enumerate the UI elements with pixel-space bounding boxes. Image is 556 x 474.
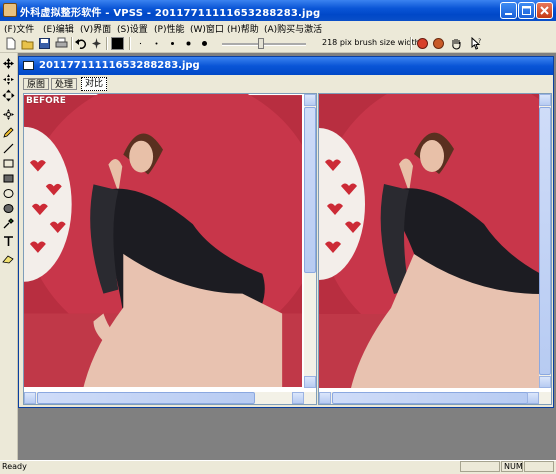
eraser-icon[interactable] xyxy=(2,252,15,265)
scroll-left-button[interactable] xyxy=(319,392,331,404)
move-arrows-icon[interactable] xyxy=(2,57,15,70)
tab-original[interactable]: 原图 xyxy=(23,78,50,90)
help-pointer-icon[interactable]: ? xyxy=(470,37,483,50)
menu-bar: (F)文件 (E)编辑 (V)界面 (S)设置 (P)性能 (W)窗口 (H)帮… xyxy=(0,21,556,35)
scroll-down-button[interactable] xyxy=(304,376,316,388)
eyedropper-icon[interactable] xyxy=(2,217,15,230)
new-file-icon[interactable] xyxy=(4,37,17,50)
scroll-up-button[interactable] xyxy=(539,94,551,106)
document-icon xyxy=(23,61,34,70)
after-pane xyxy=(318,93,552,405)
menu-edit[interactable]: (E)编辑 xyxy=(43,22,74,35)
scroll-right-button[interactable] xyxy=(292,392,304,404)
minimize-button[interactable] xyxy=(500,2,517,19)
before-vertical-scrollbar[interactable] xyxy=(304,94,316,388)
shrink-arrows-icon[interactable] xyxy=(2,73,15,86)
after-vertical-scrollbar[interactable] xyxy=(539,94,551,388)
scroll-down-button[interactable] xyxy=(539,376,551,388)
filled-ellipse-tool-icon[interactable] xyxy=(2,202,15,215)
status-cell-caps xyxy=(460,461,500,472)
pencil-icon[interactable] xyxy=(2,126,15,139)
view-tabs: 原图 处理 对比 xyxy=(19,76,553,92)
scroll-right-button[interactable] xyxy=(527,392,539,404)
maximize-button[interactable] xyxy=(518,2,535,19)
close-icon xyxy=(540,6,549,15)
save-icon[interactable] xyxy=(38,37,51,50)
status-num: NUM xyxy=(501,461,523,472)
ellipse-tool-icon[interactable] xyxy=(2,187,15,200)
after-horizontal-scrollbar[interactable] xyxy=(319,392,551,404)
menu-window[interactable]: (W)窗口 xyxy=(190,22,224,35)
hand-pan-icon[interactable] xyxy=(450,37,463,50)
brush-size-label: 218 pix brush size width xyxy=(322,38,420,47)
before-horizontal-scrollbar[interactable] xyxy=(24,392,316,404)
menu-buy[interactable]: (A)购买与激活 xyxy=(264,22,322,35)
brush-size-xlarge-icon[interactable] xyxy=(198,37,211,50)
document-titlebar[interactable]: 20117711111653288283.jpg xyxy=(19,57,553,75)
close-button[interactable] xyxy=(536,2,553,19)
print-icon[interactable] xyxy=(55,37,68,50)
tab-process[interactable]: 处理 xyxy=(51,78,78,90)
left-toolbar xyxy=(0,53,18,460)
expand-arrows-icon[interactable] xyxy=(2,89,15,102)
magic-wand-icon[interactable] xyxy=(90,37,103,50)
app-icon xyxy=(3,3,17,17)
before-photo xyxy=(24,94,302,387)
maximize-icon xyxy=(522,6,531,15)
brush-color-swatch[interactable] xyxy=(111,37,124,50)
menu-performance[interactable]: (P)性能 xyxy=(154,22,184,35)
record-orange-icon[interactable] xyxy=(432,37,445,50)
after-photo xyxy=(319,94,541,388)
brush-size-slider[interactable] xyxy=(258,38,264,49)
open-folder-icon[interactable] xyxy=(21,37,34,50)
brush-size-large-icon[interactable] xyxy=(182,37,195,50)
brush-size-track xyxy=(222,43,306,46)
status-bar: Ready NUM xyxy=(0,460,556,474)
before-pane: BEFORE xyxy=(23,93,317,405)
filled-rectangle-tool-icon[interactable] xyxy=(2,172,15,185)
before-label: BEFORE xyxy=(26,96,66,106)
tab-compare[interactable]: 对比 xyxy=(81,77,108,91)
main-toolbar: 218 pix brush size width ? xyxy=(0,35,556,53)
rectangle-tool-icon[interactable] xyxy=(2,157,15,170)
document-window: 20117711111653288283.jpg 原图 处理 对比 BEFORE xyxy=(18,56,554,408)
scroll-left-button[interactable] xyxy=(24,392,36,404)
vertical-scroll-thumb[interactable] xyxy=(304,107,316,273)
line-tool-icon[interactable] xyxy=(2,142,15,155)
svg-text:?: ? xyxy=(478,38,481,45)
menu-file[interactable]: (F)文件 xyxy=(4,22,34,35)
pivot-arrows-icon[interactable] xyxy=(2,108,15,121)
vertical-scroll-thumb[interactable] xyxy=(539,107,551,375)
menu-settings[interactable]: (S)设置 xyxy=(117,22,148,35)
scroll-up-button[interactable] xyxy=(304,94,316,106)
undo-icon[interactable] xyxy=(74,37,87,50)
brush-size-medium-icon[interactable] xyxy=(166,37,179,50)
minimize-icon xyxy=(505,13,512,15)
document-title: 20117711111653288283.jpg xyxy=(39,60,200,71)
horizontal-scroll-thumb[interactable] xyxy=(37,392,255,404)
record-red-icon[interactable] xyxy=(416,37,429,50)
brush-size-tiny-icon[interactable] xyxy=(134,37,147,50)
menu-view[interactable]: (V)界面 xyxy=(80,22,111,35)
window-titlebar[interactable]: 外科虚拟整形软件 - VPSS - 20117711111653288283.j… xyxy=(0,0,556,21)
brush-size-small-icon[interactable] xyxy=(150,37,163,50)
menu-help[interactable]: (H)帮助 xyxy=(227,22,259,35)
text-tool-icon[interactable] xyxy=(2,235,15,248)
horizontal-scroll-thumb[interactable] xyxy=(332,392,528,404)
workspace: 20117711111653288283.jpg 原图 处理 对比 BEFORE xyxy=(18,53,556,460)
window-title: 外科虚拟整形软件 - VPSS - 20117711111653288283.j… xyxy=(20,8,321,19)
status-text: Ready xyxy=(2,462,27,471)
status-cell-scroll xyxy=(524,461,554,472)
